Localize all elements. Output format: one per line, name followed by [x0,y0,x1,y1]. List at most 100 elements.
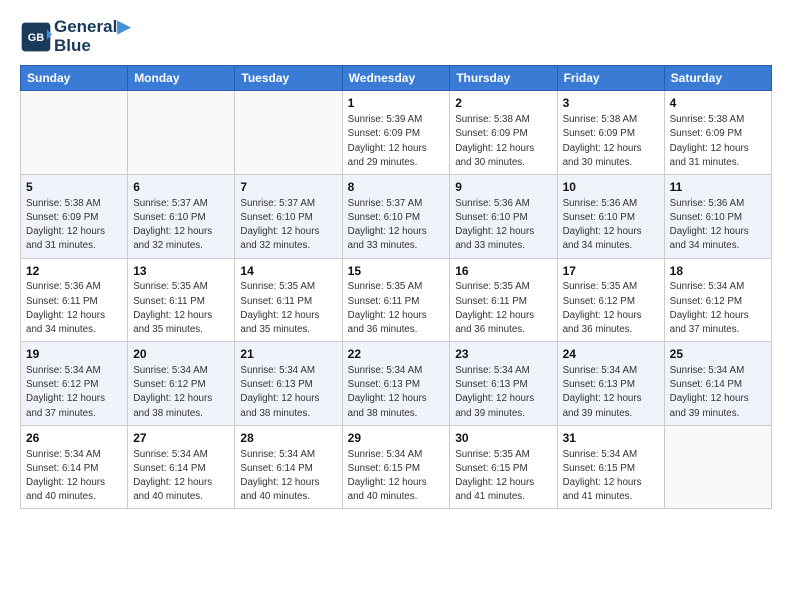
cell-content: 29Sunrise: 5:34 AM Sunset: 6:15 PM Dayli… [348,430,445,505]
calendar-table: SundayMondayTuesdayWednesdayThursdayFrid… [20,65,772,509]
col-header-tuesday: Tuesday [235,66,342,91]
day-number: 29 [348,430,445,447]
cell-content: 14Sunrise: 5:35 AM Sunset: 6:11 PM Dayli… [240,263,336,338]
day-number: 12 [26,263,122,280]
col-header-monday: Monday [128,66,235,91]
cell-content: 3Sunrise: 5:38 AM Sunset: 6:09 PM Daylig… [563,95,659,170]
cell-info: Sunrise: 5:34 AM Sunset: 6:13 PM Dayligh… [563,364,659,421]
calendar-cell: 7Sunrise: 5:37 AM Sunset: 6:10 PM Daylig… [235,174,342,258]
cell-content: 8Sunrise: 5:37 AM Sunset: 6:10 PM Daylig… [348,179,445,254]
logo: GB General▶ Blue [20,18,130,55]
calendar-cell: 30Sunrise: 5:35 AM Sunset: 6:15 PM Dayli… [450,425,557,509]
day-number: 30 [455,430,551,447]
cell-info: Sunrise: 5:36 AM Sunset: 6:10 PM Dayligh… [455,197,551,254]
calendar-cell: 8Sunrise: 5:37 AM Sunset: 6:10 PM Daylig… [342,174,450,258]
cell-content: 17Sunrise: 5:35 AM Sunset: 6:12 PM Dayli… [563,263,659,338]
calendar-cell: 18Sunrise: 5:34 AM Sunset: 6:12 PM Dayli… [664,258,771,342]
calendar-cell: 2Sunrise: 5:38 AM Sunset: 6:09 PM Daylig… [450,91,557,175]
day-number: 27 [133,430,229,447]
cell-info: Sunrise: 5:34 AM Sunset: 6:15 PM Dayligh… [348,448,445,505]
day-number: 28 [240,430,336,447]
calendar-cell: 1Sunrise: 5:39 AM Sunset: 6:09 PM Daylig… [342,91,450,175]
logo-icon: GB [20,21,52,53]
cell-info: Sunrise: 5:35 AM Sunset: 6:11 PM Dayligh… [348,280,445,337]
calendar-cell: 22Sunrise: 5:34 AM Sunset: 6:13 PM Dayli… [342,342,450,426]
cell-info: Sunrise: 5:34 AM Sunset: 6:12 PM Dayligh… [133,364,229,421]
col-header-sunday: Sunday [21,66,128,91]
calendar-cell: 15Sunrise: 5:35 AM Sunset: 6:11 PM Dayli… [342,258,450,342]
cell-info: Sunrise: 5:34 AM Sunset: 6:13 PM Dayligh… [455,364,551,421]
day-number: 26 [26,430,122,447]
calendar-cell: 20Sunrise: 5:34 AM Sunset: 6:12 PM Dayli… [128,342,235,426]
day-number: 1 [348,95,445,112]
week-row-1: 1Sunrise: 5:39 AM Sunset: 6:09 PM Daylig… [21,91,772,175]
day-number: 13 [133,263,229,280]
cell-content: 12Sunrise: 5:36 AM Sunset: 6:11 PM Dayli… [26,263,122,338]
day-number: 17 [563,263,659,280]
col-header-saturday: Saturday [664,66,771,91]
day-number: 6 [133,179,229,196]
day-number: 31 [563,430,659,447]
day-number: 16 [455,263,551,280]
cell-content: 18Sunrise: 5:34 AM Sunset: 6:12 PM Dayli… [670,263,766,338]
svg-text:GB: GB [28,32,45,44]
calendar-cell: 11Sunrise: 5:36 AM Sunset: 6:10 PM Dayli… [664,174,771,258]
calendar-cell [21,91,128,175]
day-number: 14 [240,263,336,280]
cell-info: Sunrise: 5:34 AM Sunset: 6:13 PM Dayligh… [348,364,445,421]
calendar-cell: 9Sunrise: 5:36 AM Sunset: 6:10 PM Daylig… [450,174,557,258]
cell-content: 25Sunrise: 5:34 AM Sunset: 6:14 PM Dayli… [670,346,766,421]
calendar-cell: 13Sunrise: 5:35 AM Sunset: 6:11 PM Dayli… [128,258,235,342]
header-row: SundayMondayTuesdayWednesdayThursdayFrid… [21,66,772,91]
day-number: 24 [563,346,659,363]
cell-content: 24Sunrise: 5:34 AM Sunset: 6:13 PM Dayli… [563,346,659,421]
calendar-cell: 26Sunrise: 5:34 AM Sunset: 6:14 PM Dayli… [21,425,128,509]
col-header-friday: Friday [557,66,664,91]
cell-content: 7Sunrise: 5:37 AM Sunset: 6:10 PM Daylig… [240,179,336,254]
cell-content: 5Sunrise: 5:38 AM Sunset: 6:09 PM Daylig… [26,179,122,254]
day-number: 4 [670,95,766,112]
cell-info: Sunrise: 5:35 AM Sunset: 6:15 PM Dayligh… [455,448,551,505]
day-number: 2 [455,95,551,112]
cell-info: Sunrise: 5:38 AM Sunset: 6:09 PM Dayligh… [455,113,551,170]
cell-info: Sunrise: 5:36 AM Sunset: 6:10 PM Dayligh… [563,197,659,254]
day-number: 19 [26,346,122,363]
header: GB General▶ Blue [20,18,772,55]
logo-general: General▶ [54,18,130,37]
day-number: 10 [563,179,659,196]
calendar-cell: 10Sunrise: 5:36 AM Sunset: 6:10 PM Dayli… [557,174,664,258]
cell-content: 30Sunrise: 5:35 AM Sunset: 6:15 PM Dayli… [455,430,551,505]
cell-info: Sunrise: 5:35 AM Sunset: 6:11 PM Dayligh… [133,280,229,337]
calendar-cell: 24Sunrise: 5:34 AM Sunset: 6:13 PM Dayli… [557,342,664,426]
day-number: 18 [670,263,766,280]
cell-info: Sunrise: 5:35 AM Sunset: 6:12 PM Dayligh… [563,280,659,337]
page: GB General▶ Blue SundayMondayTuesdayWedn… [0,0,792,612]
cell-content: 23Sunrise: 5:34 AM Sunset: 6:13 PM Dayli… [455,346,551,421]
cell-content: 11Sunrise: 5:36 AM Sunset: 6:10 PM Dayli… [670,179,766,254]
calendar-cell: 12Sunrise: 5:36 AM Sunset: 6:11 PM Dayli… [21,258,128,342]
cell-content: 31Sunrise: 5:34 AM Sunset: 6:15 PM Dayli… [563,430,659,505]
day-number: 8 [348,179,445,196]
cell-info: Sunrise: 5:34 AM Sunset: 6:12 PM Dayligh… [670,280,766,337]
cell-info: Sunrise: 5:34 AM Sunset: 6:14 PM Dayligh… [240,448,336,505]
cell-info: Sunrise: 5:35 AM Sunset: 6:11 PM Dayligh… [240,280,336,337]
day-number: 25 [670,346,766,363]
day-number: 23 [455,346,551,363]
week-row-3: 12Sunrise: 5:36 AM Sunset: 6:11 PM Dayli… [21,258,772,342]
cell-content: 21Sunrise: 5:34 AM Sunset: 6:13 PM Dayli… [240,346,336,421]
day-number: 5 [26,179,122,196]
cell-info: Sunrise: 5:34 AM Sunset: 6:14 PM Dayligh… [670,364,766,421]
cell-content: 22Sunrise: 5:34 AM Sunset: 6:13 PM Dayli… [348,346,445,421]
day-number: 20 [133,346,229,363]
cell-content: 9Sunrise: 5:36 AM Sunset: 6:10 PM Daylig… [455,179,551,254]
calendar-cell: 16Sunrise: 5:35 AM Sunset: 6:11 PM Dayli… [450,258,557,342]
cell-content: 26Sunrise: 5:34 AM Sunset: 6:14 PM Dayli… [26,430,122,505]
cell-content: 19Sunrise: 5:34 AM Sunset: 6:12 PM Dayli… [26,346,122,421]
cell-info: Sunrise: 5:34 AM Sunset: 6:12 PM Dayligh… [26,364,122,421]
cell-content: 4Sunrise: 5:38 AM Sunset: 6:09 PM Daylig… [670,95,766,170]
calendar-cell [235,91,342,175]
calendar-cell: 27Sunrise: 5:34 AM Sunset: 6:14 PM Dayli… [128,425,235,509]
cell-info: Sunrise: 5:38 AM Sunset: 6:09 PM Dayligh… [563,113,659,170]
week-row-2: 5Sunrise: 5:38 AM Sunset: 6:09 PM Daylig… [21,174,772,258]
cell-info: Sunrise: 5:37 AM Sunset: 6:10 PM Dayligh… [133,197,229,254]
